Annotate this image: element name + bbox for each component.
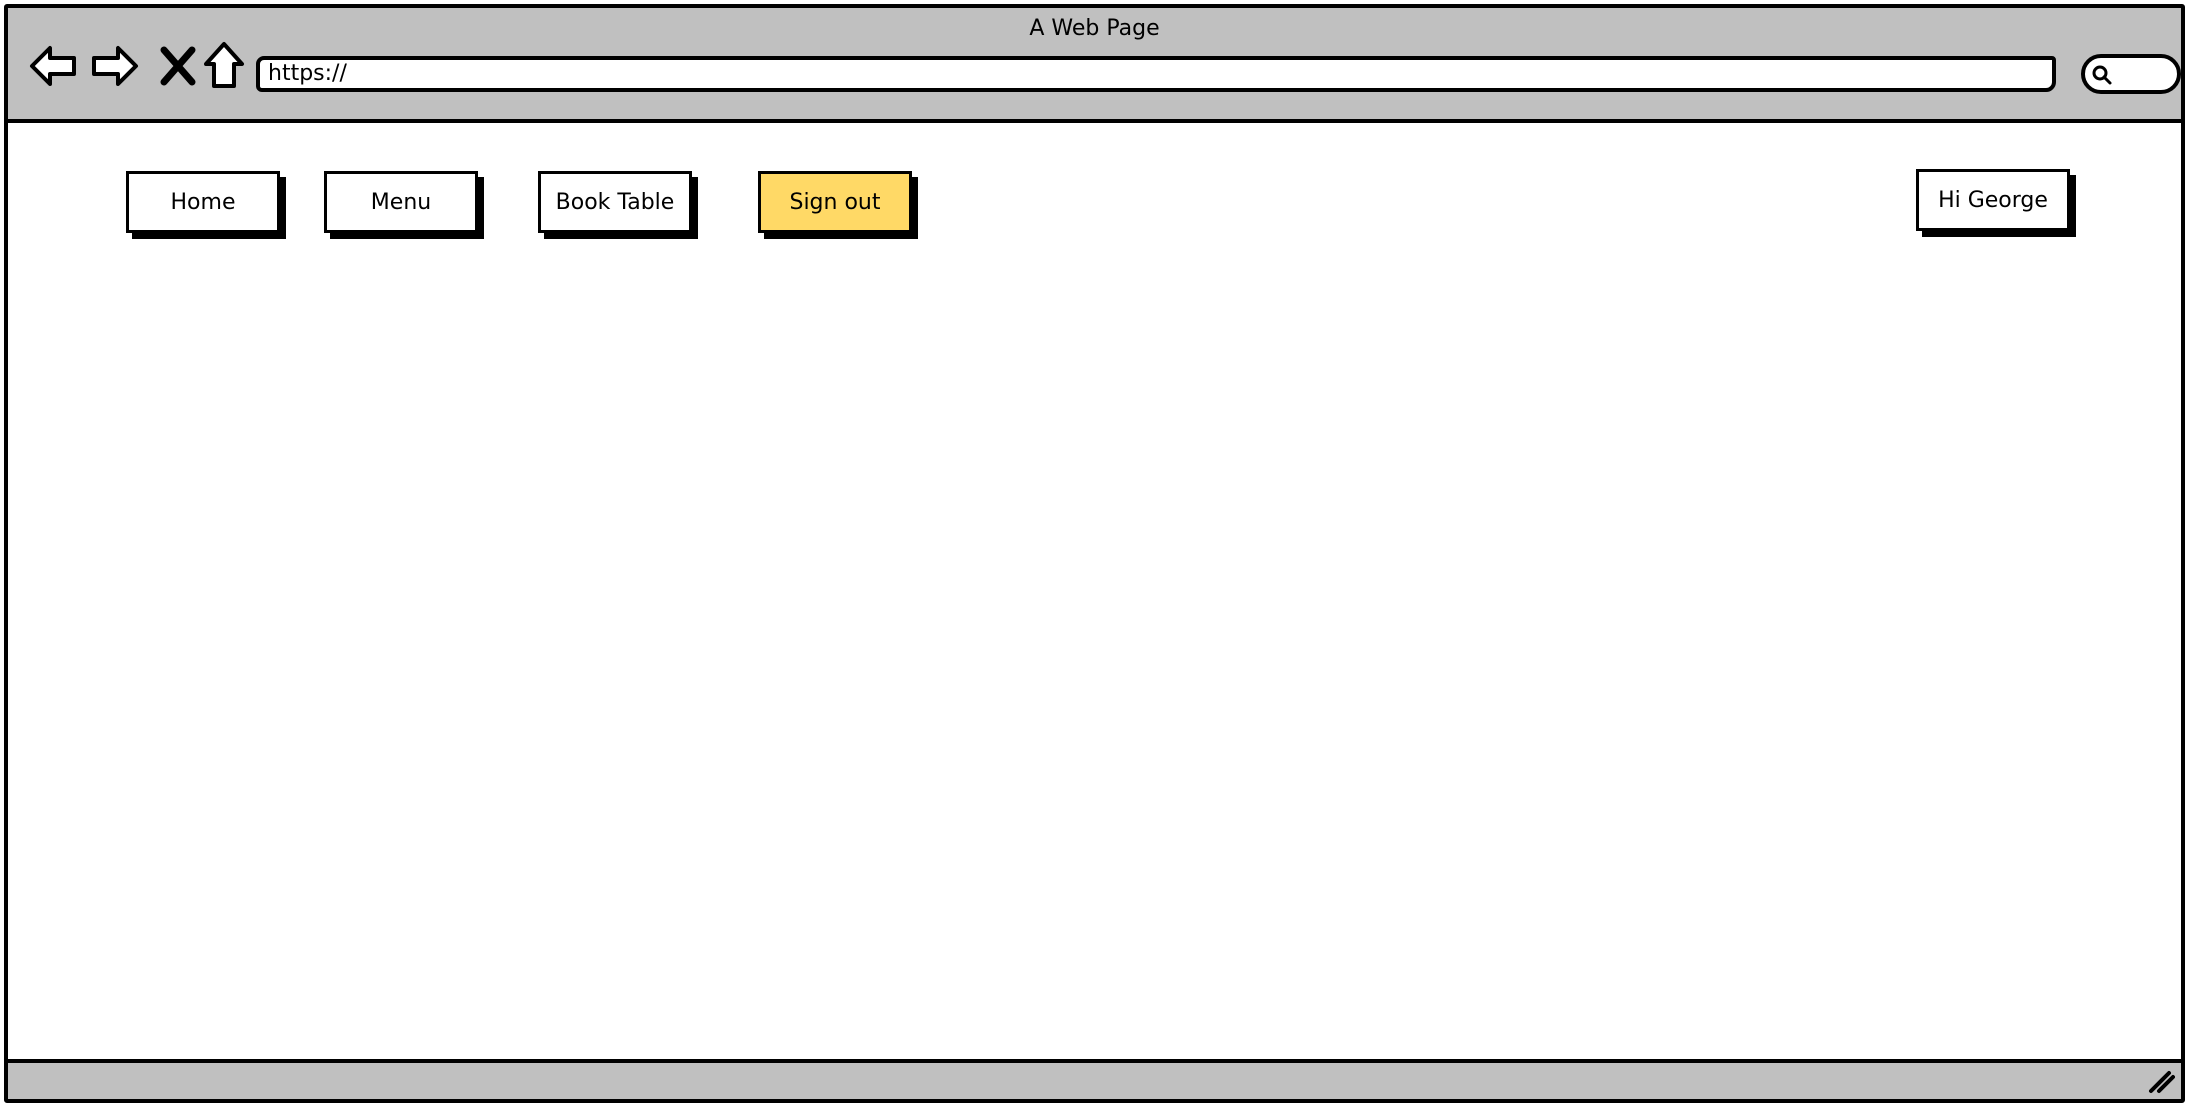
browser-window: A Web Page https:// Home Menu Book Table… — [4, 4, 2185, 1103]
stop-close-icon[interactable] — [152, 40, 204, 92]
back-arrow-icon[interactable] — [28, 40, 80, 92]
forward-arrow-icon[interactable] — [88, 40, 140, 92]
page-content: Home Menu Book Table Sign out Hi George — [8, 123, 2181, 1067]
home-icon[interactable] — [198, 40, 250, 92]
browser-titlebar: A Web Page https:// — [8, 8, 2181, 123]
nav-menu-button[interactable]: Menu — [324, 171, 478, 233]
search-icon — [2092, 65, 2112, 85]
status-bar — [8, 1059, 2181, 1099]
sign-out-button[interactable]: Sign out — [758, 171, 912, 233]
url-input[interactable]: https:// — [256, 56, 2056, 92]
nav-book-table-button[interactable]: Book Table — [538, 171, 692, 233]
window-title: A Web Page — [1029, 16, 1160, 41]
user-greeting[interactable]: Hi George — [1916, 169, 2070, 231]
browser-search-box[interactable] — [2081, 54, 2181, 94]
resize-grip-icon[interactable] — [2147, 1067, 2175, 1095]
nav-home-button[interactable]: Home — [126, 171, 280, 233]
